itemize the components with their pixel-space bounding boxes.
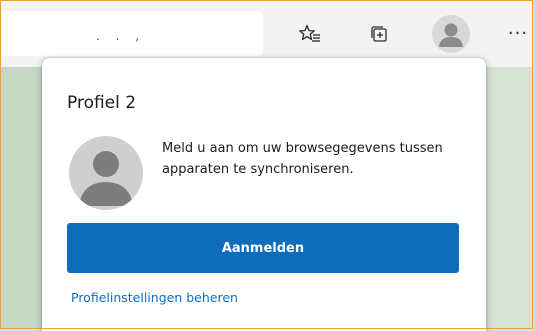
more-dots-icon: ···: [507, 23, 529, 44]
profile-button[interactable]: [432, 15, 470, 53]
signin-message: Meld u aan om uw browsegegevens tussen a…: [162, 141, 443, 177]
favorites-button[interactable]: [293, 17, 327, 51]
profile-flyout: Profiel 2 Meld u aan om uw browsegegeven…: [42, 58, 486, 331]
address-bar[interactable]: . . ,: [1, 11, 263, 56]
address-text: . . ,: [96, 29, 146, 43]
person-silhouette-icon: [79, 151, 133, 206]
profile-avatar: [69, 136, 143, 210]
page-content-background: [1, 67, 42, 329]
more-button[interactable]: ···: [501, 17, 535, 51]
manage-profile-settings-link[interactable]: Profielinstellingen beheren: [71, 290, 238, 305]
profile-name: Profiel 2: [67, 93, 137, 113]
collections-button[interactable]: [362, 17, 396, 51]
signin-button[interactable]: Aanmelden: [67, 223, 459, 273]
favorites-star-icon: [299, 24, 320, 42]
collections-icon: [371, 26, 387, 42]
profile-avatar-icon: [439, 23, 463, 47]
